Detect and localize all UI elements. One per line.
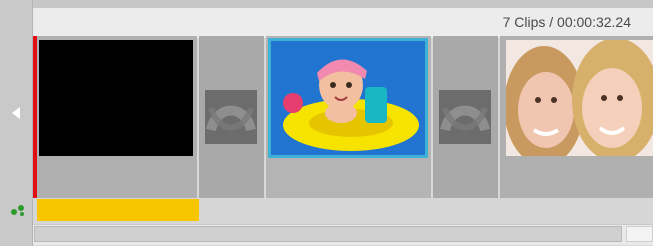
audio-track-clip[interactable] — [37, 199, 199, 221]
top-border — [0, 0, 653, 8]
scroll-left-icon[interactable] — [9, 104, 23, 122]
audio-wave-icon — [10, 203, 26, 222]
clip-2-thumbnail[interactable] — [268, 38, 428, 158]
film-reel-icon[interactable] — [439, 90, 491, 144]
timeline-header: 7 Clips / 00:00:32.24 — [33, 8, 653, 39]
transition-slot-2[interactable] — [433, 36, 498, 198]
film-reel-icon[interactable] — [205, 90, 257, 144]
clip-1[interactable]: T — [37, 36, 197, 233]
transition-slot-1[interactable] — [199, 36, 264, 198]
scrollbar-thumb[interactable] — [34, 226, 622, 242]
clip-1-thumbnail[interactable] — [39, 40, 193, 156]
clip-count-duration: 7 Clips / 00:00:32.24 — [502, 14, 631, 30]
playhead[interactable] — [33, 36, 37, 224]
clip-3-thumbnail[interactable] — [506, 40, 653, 156]
clip-2[interactable]: T — [266, 36, 431, 233]
clip-3[interactable]: T — [500, 36, 653, 233]
scrollbar-right-segment[interactable] — [626, 226, 653, 242]
